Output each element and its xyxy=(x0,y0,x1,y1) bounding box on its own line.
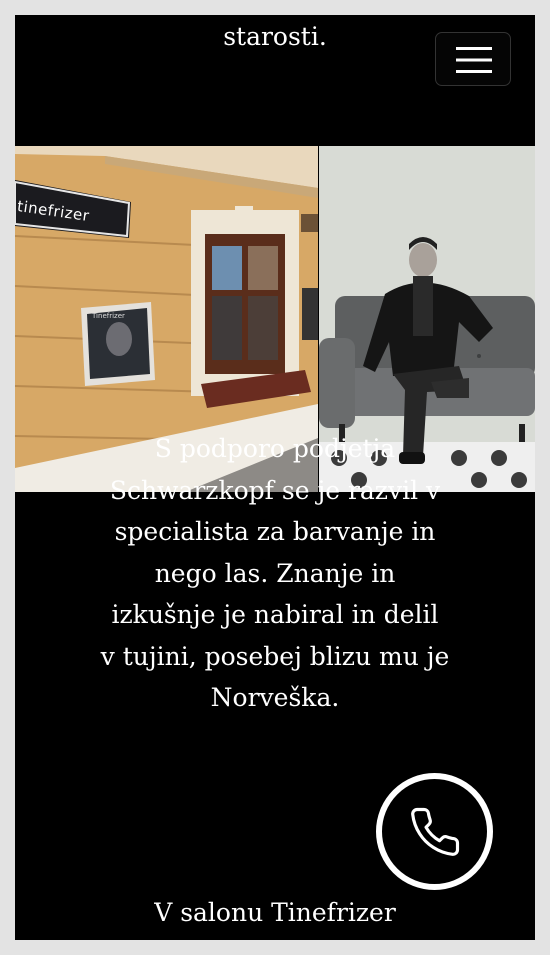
call-button[interactable] xyxy=(376,773,493,890)
phone-icon xyxy=(411,807,460,856)
hamburger-menu-icon xyxy=(456,47,492,73)
salon-poster-text: Tinefrizer xyxy=(92,312,125,320)
salon-paragraph: V salonu Tinefrizer xyxy=(154,898,396,927)
about-paragraph: S podporo podjetja Schwarzkopf se je raz… xyxy=(100,434,450,712)
menu-button[interactable] xyxy=(435,32,511,86)
page-frame: starosti. tinefrizer Tinefrizer S podpor… xyxy=(15,15,535,940)
